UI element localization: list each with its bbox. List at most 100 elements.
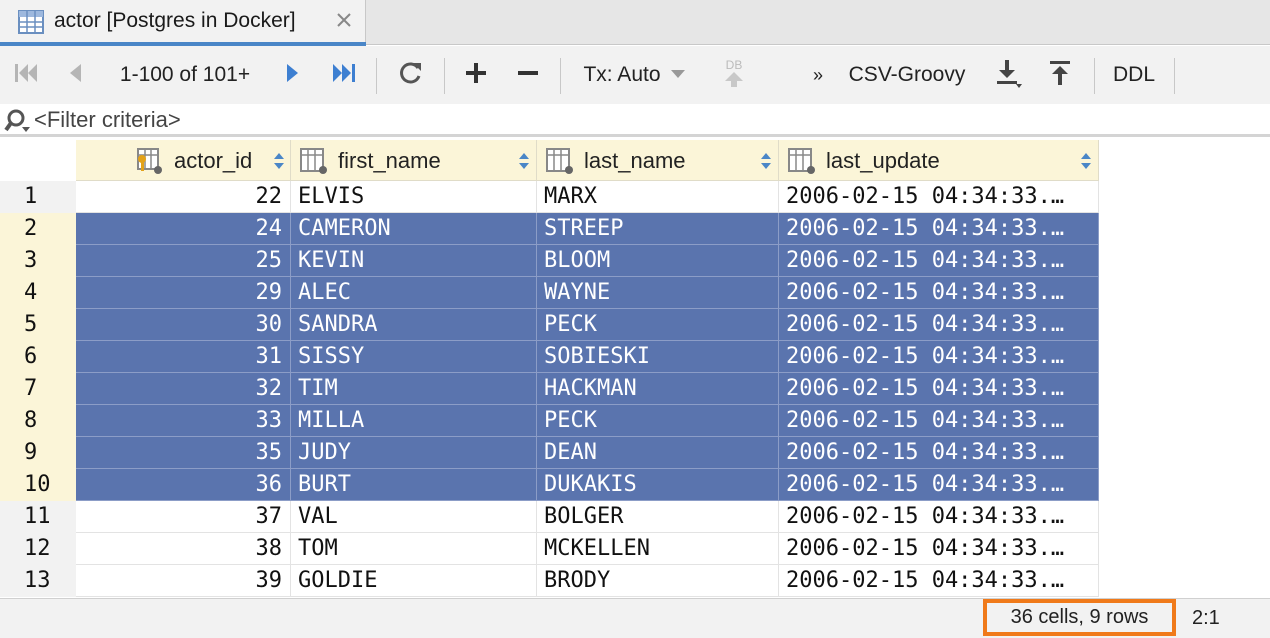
cell-first-name[interactable]: SANDRA [291,309,537,341]
transaction-mode-dropdown[interactable]: Tx: Auto [574,46,694,104]
sort-icon[interactable] [519,153,529,169]
row-number[interactable]: 4 [0,277,76,309]
cell-last-name[interactable]: SOBIESKI [537,341,779,373]
cell-last-name[interactable]: PECK [537,405,779,437]
row-number[interactable]: 13 [0,565,76,597]
row-number[interactable]: 12 [0,533,76,565]
cell-last-update[interactable]: 2006-02-15 04:34:33.… [779,501,1099,533]
cell-last-name[interactable]: WAYNE [537,277,779,309]
table-row[interactable]: 11 37 VAL BOLGER 2006-02-15 04:34:33.… [0,501,1100,533]
row-number[interactable]: 10 [0,469,76,501]
row-number[interactable]: 1 [0,181,76,213]
table-row[interactable]: 3 25 KEVIN BLOOM 2006-02-15 04:34:33.… [0,245,1100,277]
cell-last-update[interactable]: 2006-02-15 04:34:33.… [779,373,1099,405]
refresh-button[interactable] [392,46,428,104]
cell-last-update[interactable]: 2006-02-15 04:34:33.… [779,277,1099,309]
table-row[interactable]: 1 22 ELVIS MARX 2006-02-15 04:34:33.… [0,181,1100,213]
cell-actor-id[interactable]: 38 [76,533,291,565]
cell-last-update[interactable]: 2006-02-15 04:34:33.… [779,533,1099,565]
cell-actor-id[interactable]: 30 [76,309,291,341]
cell-last-update[interactable]: 2006-02-15 04:34:33.… [779,437,1099,469]
cell-actor-id[interactable]: 24 [76,213,291,245]
cell-last-update[interactable]: 2006-02-15 04:34:33.… [779,405,1099,437]
cell-last-name[interactable]: BLOOM [537,245,779,277]
table-row[interactable]: 13 39 GOLDIE BRODY 2006-02-15 04:34:33.… [0,565,1100,597]
cell-last-name[interactable]: STREEP [537,213,779,245]
cell-first-name[interactable]: JUDY [291,437,537,469]
row-number[interactable]: 11 [0,501,76,533]
cell-actor-id[interactable]: 35 [76,437,291,469]
table-row[interactable]: 5 30 SANDRA PECK 2006-02-15 04:34:33.… [0,309,1100,341]
table-row[interactable]: 7 32 TIM HACKMAN 2006-02-15 04:34:33.… [0,373,1100,405]
cell-last-update[interactable]: 2006-02-15 04:34:33.… [779,309,1099,341]
cell-actor-id[interactable]: 36 [76,469,291,501]
row-number[interactable]: 5 [0,309,76,341]
page-range-selector[interactable]: 1-100 of 101+ [110,46,260,104]
cell-first-name[interactable]: KEVIN [291,245,537,277]
more-actions-button[interactable]: » [806,46,830,104]
cell-first-name[interactable]: CAMERON [291,213,537,245]
cell-first-name[interactable]: MILLA [291,405,537,437]
import-button[interactable] [1042,46,1078,104]
table-row[interactable]: 4 29 ALEC WAYNE 2006-02-15 04:34:33.… [0,277,1100,309]
cell-first-name[interactable]: TIM [291,373,537,405]
cell-first-name[interactable]: GOLDIE [291,565,537,597]
export-format-selector[interactable]: CSV-Groovy [840,46,974,104]
column-header-last-name[interactable]: last_name [537,140,779,181]
row-number[interactable]: 6 [0,341,76,373]
table-row[interactable]: 12 38 TOM MCKELLEN 2006-02-15 04:34:33.… [0,533,1100,565]
cell-last-name[interactable]: PECK [537,309,779,341]
cell-first-name[interactable]: TOM [291,533,537,565]
column-header-last-update[interactable]: last_update [779,140,1099,181]
sort-icon[interactable] [1081,153,1091,169]
last-page-button[interactable] [326,46,362,104]
cell-last-update[interactable]: 2006-02-15 04:34:33.… [779,341,1099,373]
cell-actor-id[interactable]: 29 [76,277,291,309]
table-row[interactable]: 6 31 SISSY SOBIESKI 2006-02-15 04:34:33.… [0,341,1100,373]
row-number[interactable]: 3 [0,245,76,277]
close-icon[interactable] [334,10,354,30]
row-number[interactable]: 8 [0,405,76,437]
cell-first-name[interactable]: ALEC [291,277,537,309]
cell-last-name[interactable]: BRODY [537,565,779,597]
previous-page-button[interactable] [60,46,90,104]
cell-actor-id[interactable]: 31 [76,341,291,373]
cell-first-name[interactable]: ELVIS [291,181,537,213]
filter-criteria-input[interactable]: <Filter criteria> [34,107,181,133]
table-row[interactable]: 2 24 CAMERON STREEP 2006-02-15 04:34:33.… [0,213,1100,245]
column-header-first-name[interactable]: first_name [291,140,537,181]
sort-icon[interactable] [274,153,284,169]
filter-bar[interactable]: <Filter criteria> [0,104,1270,137]
column-header-actor-id[interactable]: actor_id [76,140,291,181]
cell-first-name[interactable]: SISSY [291,341,537,373]
sort-icon[interactable] [761,153,771,169]
cursor-position[interactable]: 2:1 [1192,607,1220,630]
cell-last-name[interactable]: HACKMAN [537,373,779,405]
cell-last-update[interactable]: 2006-02-15 04:34:33.… [779,181,1099,213]
cell-last-name[interactable]: MARX [537,181,779,213]
cell-last-name[interactable]: MCKELLEN [537,533,779,565]
first-page-button[interactable] [8,46,44,104]
cell-actor-id[interactable]: 33 [76,405,291,437]
row-number[interactable]: 9 [0,437,76,469]
submit-to-db-button[interactable]: DB [716,46,752,104]
ddl-button[interactable]: DDL [1104,46,1164,104]
table-row[interactable]: 8 33 MILLA PECK 2006-02-15 04:34:33.… [0,405,1100,437]
cell-actor-id[interactable]: 32 [76,373,291,405]
row-number[interactable]: 2 [0,213,76,245]
cell-last-update[interactable]: 2006-02-15 04:34:33.… [779,213,1099,245]
cell-first-name[interactable]: VAL [291,501,537,533]
cell-last-update[interactable]: 2006-02-15 04:34:33.… [779,245,1099,277]
cell-actor-id[interactable]: 25 [76,245,291,277]
cell-last-update[interactable]: 2006-02-15 04:34:33.… [779,565,1099,597]
cell-last-name[interactable]: DEAN [537,437,779,469]
cell-last-update[interactable]: 2006-02-15 04:34:33.… [779,469,1099,501]
cell-actor-id[interactable]: 37 [76,501,291,533]
cell-actor-id[interactable]: 22 [76,181,291,213]
table-row[interactable]: 10 36 BURT DUKAKIS 2006-02-15 04:34:33.… [0,469,1100,501]
cell-last-name[interactable]: DUKAKIS [537,469,779,501]
table-row[interactable]: 9 35 JUDY DEAN 2006-02-15 04:34:33.… [0,437,1100,469]
cell-last-name[interactable]: BOLGER [537,501,779,533]
row-number[interactable]: 7 [0,373,76,405]
cell-actor-id[interactable]: 39 [76,565,291,597]
